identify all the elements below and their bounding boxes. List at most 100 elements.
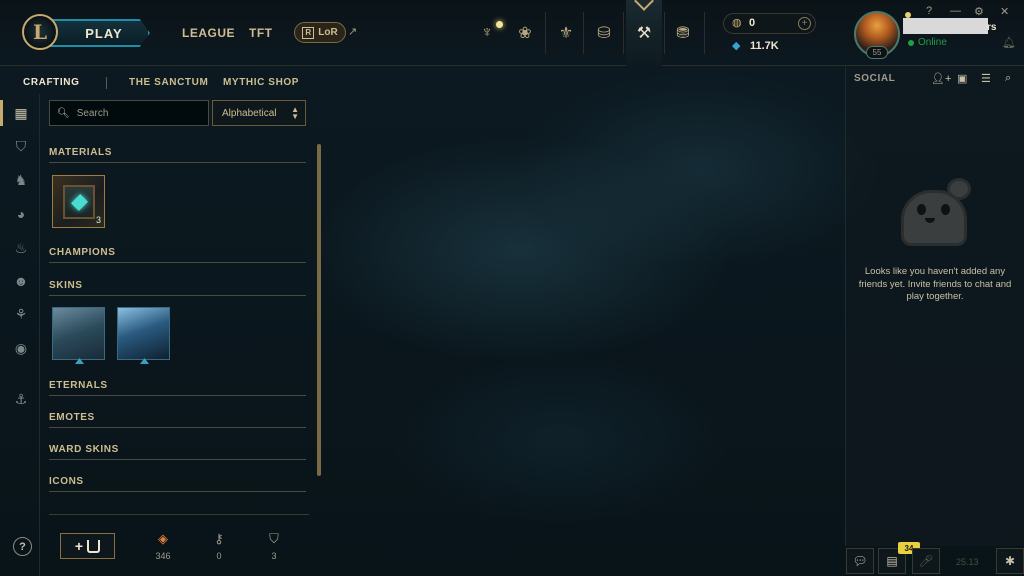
orange-essence-stat: ◈ 346	[148, 531, 178, 561]
skin-shard-tile[interactable]	[52, 307, 105, 364]
champion-icon[interactable]: ♞	[12, 171, 30, 189]
profile-icon[interactable]: ◉	[12, 339, 30, 357]
summoner-name-tail: rs	[987, 22, 997, 33]
divider	[49, 295, 306, 296]
bell-icon[interactable]: 🔔︎	[1002, 36, 1016, 49]
chest-value: 3	[271, 551, 277, 561]
section-icons: ICONS	[49, 476, 84, 487]
help-icon[interactable]: ?	[13, 537, 32, 556]
divider	[49, 427, 306, 428]
scrollbar[interactable]	[317, 144, 321, 476]
league-logo-icon[interactable]: L	[22, 14, 58, 50]
divider	[49, 162, 306, 163]
nav-league[interactable]: LEAGUE	[182, 26, 235, 40]
chest-icon	[87, 539, 101, 553]
key-value: 0	[216, 551, 222, 561]
external-link-icon: ↗	[348, 26, 358, 38]
store-icon[interactable]: ⛃	[670, 20, 696, 46]
skin-shard-tile[interactable]	[117, 307, 170, 364]
lor-button[interactable]: R LoR	[294, 22, 346, 43]
divider	[664, 12, 665, 54]
mic-icon[interactable]: 🎤︎	[912, 548, 940, 574]
ward-icon[interactable]: ⚘	[12, 305, 30, 323]
summoner-name-redacted	[903, 18, 988, 34]
orange-essence-value: 346	[155, 551, 171, 561]
mask-icon[interactable]: ◕	[12, 205, 30, 223]
section-ward-skins: WARD SKINS	[49, 444, 119, 455]
minimize-icon[interactable]: —	[950, 5, 961, 17]
bug-report-icon[interactable]: ✱	[996, 548, 1024, 574]
search-input[interactable]	[76, 107, 197, 119]
settings-icon[interactable]: ⚙	[974, 5, 984, 18]
divider	[106, 77, 107, 89]
divider	[623, 12, 624, 54]
plus-icon: +	[74, 538, 84, 554]
add-folder-icon[interactable]: ▣	[957, 72, 967, 85]
category-rail	[0, 94, 40, 576]
section-champions: CHAMPIONS	[49, 247, 116, 258]
lor-label: LoR	[318, 27, 338, 38]
flame-icon[interactable]: ♨	[12, 239, 30, 257]
online-dot-icon	[908, 39, 914, 46]
divider	[583, 12, 584, 54]
tab-the-sanctum[interactable]: THE SANCTUM	[129, 77, 208, 88]
play-button[interactable]: PLAY	[46, 19, 150, 47]
rp-icon: ◍	[732, 17, 742, 29]
sort-arrows-icon: ▲ ▼	[291, 105, 299, 121]
sort-select[interactable]: Alphabetical ▲ ▼	[212, 100, 306, 126]
divider	[49, 262, 306, 263]
chest-icon[interactable]: ⛉	[12, 137, 30, 155]
section-materials: MATERIALS	[49, 147, 112, 158]
rp-value: 0	[749, 17, 756, 29]
divider	[545, 12, 546, 54]
divider	[49, 459, 306, 460]
gem-icon	[71, 194, 88, 211]
level-badge: 55	[866, 46, 888, 59]
key-icon: ⚷	[214, 531, 224, 546]
list-icon[interactable]: ☰	[981, 72, 991, 85]
status-label: Online	[918, 37, 947, 48]
search-icon: 🔍︎	[57, 107, 70, 119]
nav-tft[interactable]: TFT	[249, 26, 273, 40]
grid-icon[interactable]: ▦	[12, 104, 30, 122]
tab-crafting[interactable]: CRAFTING	[23, 77, 79, 88]
profile-icon[interactable]: ⚜	[553, 20, 579, 46]
social-title: SOCIAL	[854, 73, 896, 84]
divider	[49, 491, 306, 492]
chat-icon[interactable]: 💬︎	[846, 548, 874, 574]
social-panel	[845, 66, 1024, 546]
tft-icon[interactable]: ❀	[512, 20, 538, 46]
section-eternals: ETERNALS	[49, 380, 108, 391]
tab-mythic-shop[interactable]: MYTHIC SHOP	[223, 77, 299, 88]
poro-eye	[917, 204, 926, 215]
chest-stat: ⛉ 3	[259, 531, 289, 561]
search-box[interactable]: 🔍︎	[49, 100, 209, 126]
chest-icon	[63, 185, 95, 219]
poro-icon	[895, 178, 973, 250]
be-value: 11.7K	[750, 40, 779, 52]
lor-logo-icon: R	[302, 26, 315, 39]
add-friend-icon[interactable]: 👤︎+	[931, 72, 951, 85]
add-chest-button[interactable]: +	[60, 533, 115, 559]
search-icon[interactable]: ⌕	[1005, 72, 1011, 85]
orange-essence-icon: ◈	[158, 531, 168, 546]
blue-essence-icon: ◆	[732, 40, 741, 52]
version-label: 25.13	[956, 557, 979, 567]
chest-icon: ⛉	[269, 531, 279, 546]
eternals-icon[interactable]: ⚓︎	[12, 390, 30, 408]
tile-count: 3	[95, 215, 101, 225]
section-skins: SKINS	[49, 280, 83, 291]
collection-icon[interactable]: ⛁	[591, 20, 617, 46]
rail-active-indicator	[0, 100, 3, 126]
loot-icon[interactable]: ⚒	[631, 20, 657, 46]
divider	[704, 12, 705, 54]
close-icon[interactable]: ✕	[1000, 5, 1009, 18]
divider	[49, 514, 309, 515]
notification-dot	[496, 21, 503, 28]
emote-icon[interactable]: ☻	[12, 272, 30, 290]
help-icon[interactable]: ?	[926, 5, 932, 17]
status[interactable]: Online	[908, 37, 947, 48]
hextech-chest-tile[interactable]: 3	[52, 175, 105, 228]
divider	[49, 395, 306, 396]
buy-rp-button[interactable]: +	[798, 17, 811, 30]
